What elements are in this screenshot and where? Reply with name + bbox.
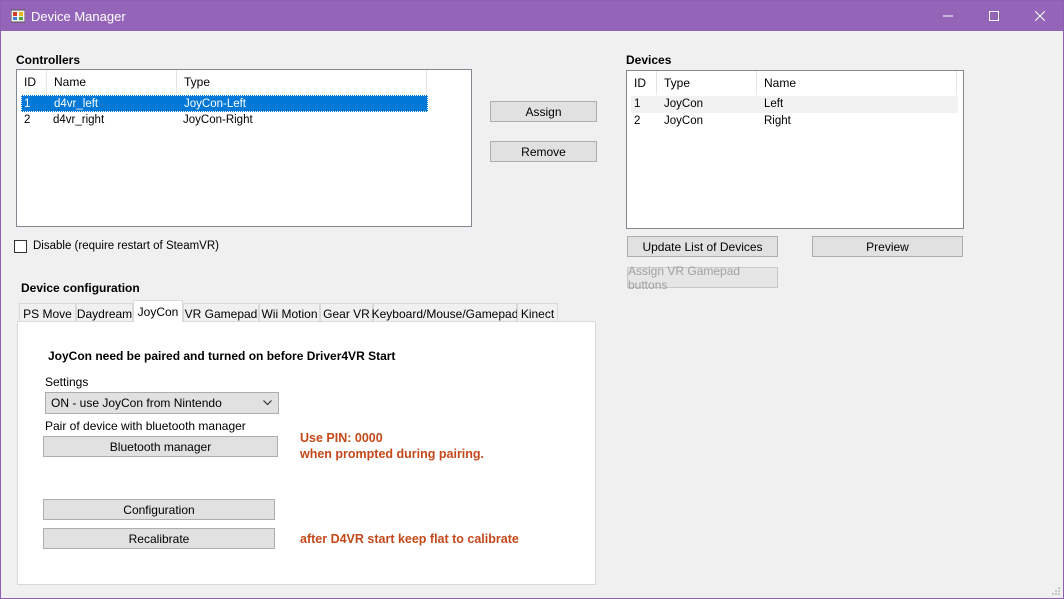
pin-hint-line1: Use PIN: 0000: [300, 431, 383, 445]
joycon-notice: JoyCon need be paired and turned on befo…: [48, 349, 396, 363]
controller-type: JoyCon-Right: [183, 114, 253, 126]
controllers-title: Controllers: [16, 53, 81, 67]
update-list-of-devices-button[interactable]: Update List of Devices: [627, 236, 778, 257]
tab-gear-vr[interactable]: Gear VR: [320, 303, 373, 323]
minimize-icon: [943, 15, 953, 17]
settings-label: Settings: [45, 375, 89, 389]
settings-dropdown[interactable]: ON - use JoyCon from Nintendo: [45, 392, 279, 414]
minimize-button[interactable]: [925, 1, 971, 31]
devices-list[interactable]: ID Type Name 1 JoyCon Left 2 JoyCon Righ…: [626, 70, 964, 229]
close-button[interactable]: [1017, 1, 1063, 31]
maximize-button[interactable]: [971, 1, 1017, 31]
bluetooth-manager-button[interactable]: Bluetooth manager: [43, 436, 278, 457]
controller-row[interactable]: 2 d4vr_right JoyCon-Right: [21, 112, 428, 129]
column-header-id[interactable]: ID: [17, 70, 47, 94]
settings-dropdown-value: ON - use JoyCon from Nintendo: [51, 396, 222, 410]
column-header-type[interactable]: Type: [177, 70, 427, 94]
device-name: Right: [764, 115, 791, 127]
device-configuration-title: Device configuration: [21, 281, 140, 295]
close-icon: [1035, 11, 1045, 21]
device-name: Left: [764, 98, 784, 110]
controllers-list[interactable]: ID Name Type 1 d4vr_left JoyCon-Left 2 d…: [16, 69, 472, 227]
controller-name: d4vr_left: [54, 98, 99, 110]
disable-checkbox[interactable]: [14, 240, 27, 253]
device-id: 2: [634, 115, 641, 127]
maximize-icon: [989, 11, 999, 21]
device-row[interactable]: 2 JoyCon Right: [631, 113, 958, 130]
tab-daydream[interactable]: Daydream: [76, 303, 133, 323]
tab-joycon[interactable]: JoyCon: [133, 300, 183, 322]
device-id: 1: [634, 98, 641, 110]
title-bar[interactable]: Device Manager: [1, 1, 1063, 31]
calibrate-hint: after D4VR start keep flat to calibrate: [300, 532, 519, 546]
recalibrate-button[interactable]: Recalibrate: [43, 528, 275, 549]
device-type: JoyCon: [664, 98, 703, 110]
device-manager-app-icon: [11, 9, 25, 23]
pair-device-label: Pair of device with bluetooth manager: [45, 419, 246, 433]
assign-button[interactable]: Assign: [490, 101, 597, 122]
controller-type: JoyCon-Left: [184, 98, 247, 110]
tab-keyboard-mouse-gamepad[interactable]: Keyboard/Mouse/Gamepad: [372, 303, 518, 323]
column-header-name[interactable]: Name: [757, 71, 957, 95]
device-row[interactable]: 1 JoyCon Left: [631, 96, 958, 113]
preview-button[interactable]: Preview: [812, 236, 963, 257]
controller-id: 2: [24, 114, 31, 126]
device-manager-window: Device Manager Controllers ID Name Type …: [0, 0, 1064, 599]
chevron-down-icon: [263, 400, 272, 406]
controller-id: 1: [24, 98, 31, 110]
column-header-type[interactable]: Type: [657, 71, 757, 95]
controller-row[interactable]: 1 d4vr_left JoyCon-Left: [21, 95, 428, 112]
controllers-list-header: ID Name Type: [17, 70, 427, 94]
tab-vr-gamepad[interactable]: VR Gamepad: [183, 303, 259, 323]
devices-title: Devices: [626, 53, 672, 67]
controller-name: d4vr_right: [53, 114, 105, 126]
tab-ps-move[interactable]: PS Move: [19, 303, 76, 323]
disable-checkbox-label: Disable (require restart of SteamVR): [33, 240, 219, 252]
column-header-id[interactable]: ID: [627, 71, 657, 95]
configuration-button[interactable]: Configuration: [43, 499, 275, 520]
window-title: Device Manager: [31, 9, 126, 24]
tab-kinect[interactable]: Kinect: [517, 303, 558, 323]
column-header-name[interactable]: Name: [47, 70, 177, 94]
resize-grip-icon[interactable]: [1051, 586, 1061, 596]
pin-hint-line2: when prompted during pairing.: [300, 447, 485, 461]
remove-button[interactable]: Remove: [490, 141, 597, 162]
assign-vr-gamepad-buttons-button[interactable]: Assign VR Gamepad buttons: [627, 264, 778, 292]
devices-list-header: ID Type Name: [627, 71, 957, 95]
tab-wii-motion[interactable]: Wii Motion: [259, 303, 320, 323]
device-type: JoyCon: [664, 115, 703, 127]
